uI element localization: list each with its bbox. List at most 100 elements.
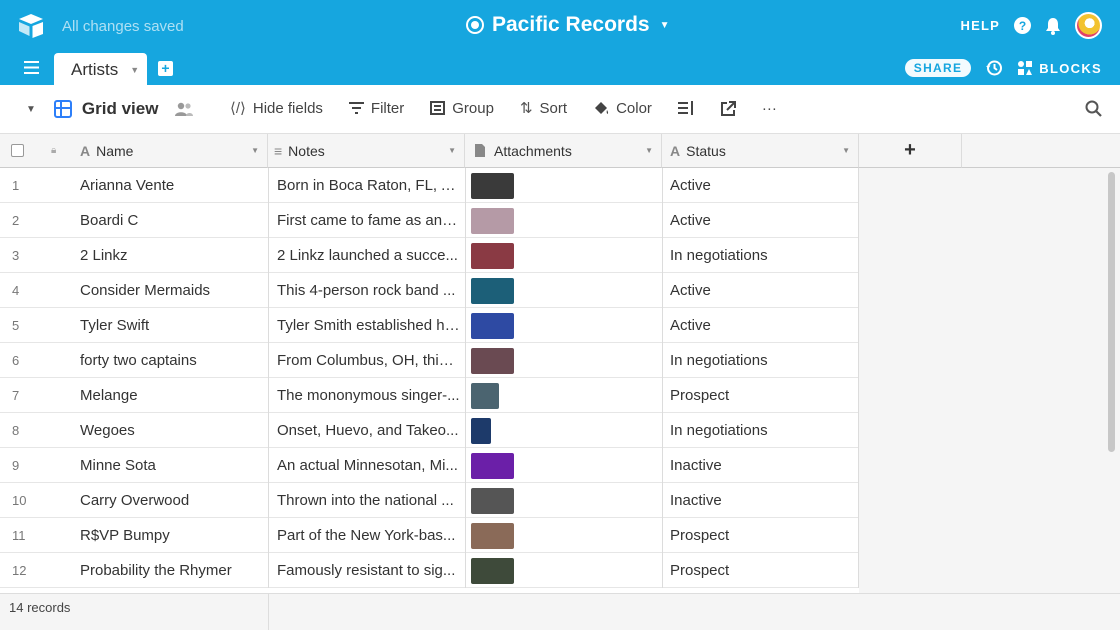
attachment-thumbnail[interactable] [471,242,514,269]
cell-name[interactable]: Tyler Swift [60,308,268,343]
cell-notes[interactable]: Born in Boca Raton, FL, A... [268,168,465,203]
cell-status[interactable]: Prospect [662,553,859,588]
cell-notes[interactable]: An actual Minnesotan, Mi... [268,448,465,483]
cell-attachments[interactable] [465,273,662,308]
chevron-down-icon[interactable]: ▼ [251,146,259,155]
cell-attachments[interactable] [465,308,662,343]
cell-notes[interactable]: The mononymous singer-... [268,378,465,413]
view-switcher[interactable]: ▼ Grid view [26,99,194,119]
sort-button[interactable]: ⇅ Sort [520,99,567,118]
attachment-thumbnail[interactable] [471,207,514,234]
cell-attachments[interactable] [465,203,662,238]
cell-notes[interactable]: 2 Linkz launched a succe... [268,238,465,273]
cell-status[interactable]: Prospect [662,378,859,413]
notification-bell-icon[interactable] [1045,17,1061,35]
vertical-scrollbar[interactable] [1108,172,1115,452]
cell-notes[interactable]: Onset, Huevo, and Takeo... [268,413,465,448]
table-row[interactable]: 4 Consider Mermaids This 4-person rock ban… [0,273,859,308]
cell-status[interactable]: Inactive [662,448,859,483]
base-name-button[interactable]: Pacific Records ▼ [466,13,669,37]
add-table-icon[interactable]: + [158,61,173,76]
select-all-checkbox[interactable] [11,144,24,157]
cell-name[interactable]: Arianna Vente [60,168,268,203]
chevron-down-icon[interactable]: ▼ [645,146,653,155]
cell-name[interactable]: forty two captains [60,343,268,378]
collaborators-icon[interactable] [174,101,194,117]
cell-name[interactable]: Wegoes [60,413,268,448]
cell-attachments[interactable] [465,378,662,413]
cell-name[interactable]: Minne Sota [60,448,268,483]
chevron-down-icon[interactable]: ▼ [448,146,456,155]
cell-attachments[interactable] [465,413,662,448]
column-header-name[interactable]: A Name ▼ [60,134,268,168]
cell-status[interactable]: Inactive [662,483,859,518]
table-row[interactable]: 8 Wegoes Onset, Huevo, and Takeo... In nego… [0,413,859,448]
history-icon[interactable] [985,59,1003,77]
chevron-down-icon[interactable]: ▼ [842,146,850,155]
attachment-thumbnail[interactable] [471,172,514,199]
cell-attachments[interactable] [465,168,662,203]
color-button[interactable]: Color [593,100,652,117]
table-row[interactable]: 7 Melange The mononymous singer-... Prospec… [0,378,859,413]
add-field-button[interactable]: + [859,134,962,168]
table-row[interactable]: 10 Carry Overwood Thrown into the national… [0,483,859,518]
cell-notes[interactable]: Part of the New York-bas... [268,518,465,553]
column-header-attachments[interactable]: Attachments ▼ [465,134,662,168]
share-button[interactable]: SHARE [904,59,972,77]
share-view-icon[interactable] [720,100,736,116]
attachment-thumbnail[interactable] [471,557,514,584]
attachment-thumbnail[interactable] [471,277,514,304]
cell-notes[interactable]: This 4-person rock band ... [268,273,465,308]
cell-notes[interactable]: From Columbus, OH, this ... [268,343,465,378]
cell-attachments[interactable] [465,238,662,273]
cell-status[interactable]: In negotiations [662,238,859,273]
cell-status[interactable]: In negotiations [662,413,859,448]
chevron-down-icon[interactable]: ▼ [130,65,139,75]
cell-notes[interactable]: Thrown into the national ... [268,483,465,518]
cell-status[interactable]: Active [662,308,859,343]
tab-artists[interactable]: Artists ▼ [54,53,147,86]
user-avatar[interactable] [1075,12,1102,39]
table-row[interactable]: 1 Arianna Vente Born in Boca Raton, FL, A.… [0,168,859,203]
cell-status[interactable]: Active [662,168,859,203]
search-icon[interactable] [1085,100,1102,117]
cell-name[interactable]: 2 Linkz [60,238,268,273]
cell-name[interactable]: Probability the Rhymer [60,553,268,588]
cell-notes[interactable]: Famously resistant to sig... [268,553,465,588]
table-row[interactable]: 3 2 Linkz 2 Linkz launched a succe... In ne… [0,238,859,273]
cell-attachments[interactable] [465,483,662,518]
column-header-notes[interactable]: ≡ Notes ▼ [268,134,465,168]
hide-fields-button[interactable]: ⟨/⟩ Hide fields [230,99,323,118]
cell-name[interactable]: Melange [60,378,268,413]
cell-status[interactable]: Active [662,203,859,238]
cell-status[interactable]: Prospect [662,518,859,553]
attachment-thumbnail[interactable] [471,382,499,409]
airtable-logo-icon[interactable] [17,13,45,39]
table-row[interactable]: 11 R$VP Bumpy Part of the New York-bas... P… [0,518,859,553]
table-row[interactable]: 12 Probability the Rhymer Famously resista… [0,553,859,588]
attachment-thumbnail[interactable] [471,312,514,339]
blocks-button[interactable]: BLOCKS [1017,60,1102,76]
filter-button[interactable]: Filter [348,100,404,117]
cell-attachments[interactable] [465,553,662,588]
cell-status[interactable]: In negotiations [662,343,859,378]
cell-name[interactable]: Boardi C [60,203,268,238]
attachment-thumbnail[interactable] [471,347,514,374]
attachment-thumbnail[interactable] [471,522,514,549]
table-row[interactable]: 9 Minne Sota An actual Minnesotan, Mi... In… [0,448,859,483]
more-options-icon[interactable]: ··· [762,100,777,117]
attachment-thumbnail[interactable] [471,452,514,479]
table-row[interactable]: 6 forty two captains From Columbus, OH, th… [0,343,859,378]
attachment-thumbnail[interactable] [471,417,491,444]
help-link[interactable]: HELP [961,18,1000,33]
column-header-status[interactable]: A Status ▼ [662,134,859,168]
hamburger-menu-icon[interactable] [24,61,39,74]
cell-attachments[interactable] [465,518,662,553]
table-row[interactable]: 2 Boardi C First came to fame as an i... Ac… [0,203,859,238]
sidebar-toggle-icon[interactable]: ▼ [26,104,36,115]
group-button[interactable]: Group [430,100,494,117]
cell-status[interactable]: Active [662,273,859,308]
cell-name[interactable]: R$VP Bumpy [60,518,268,553]
row-height-icon[interactable] [677,101,695,115]
attachment-thumbnail[interactable] [471,487,514,514]
